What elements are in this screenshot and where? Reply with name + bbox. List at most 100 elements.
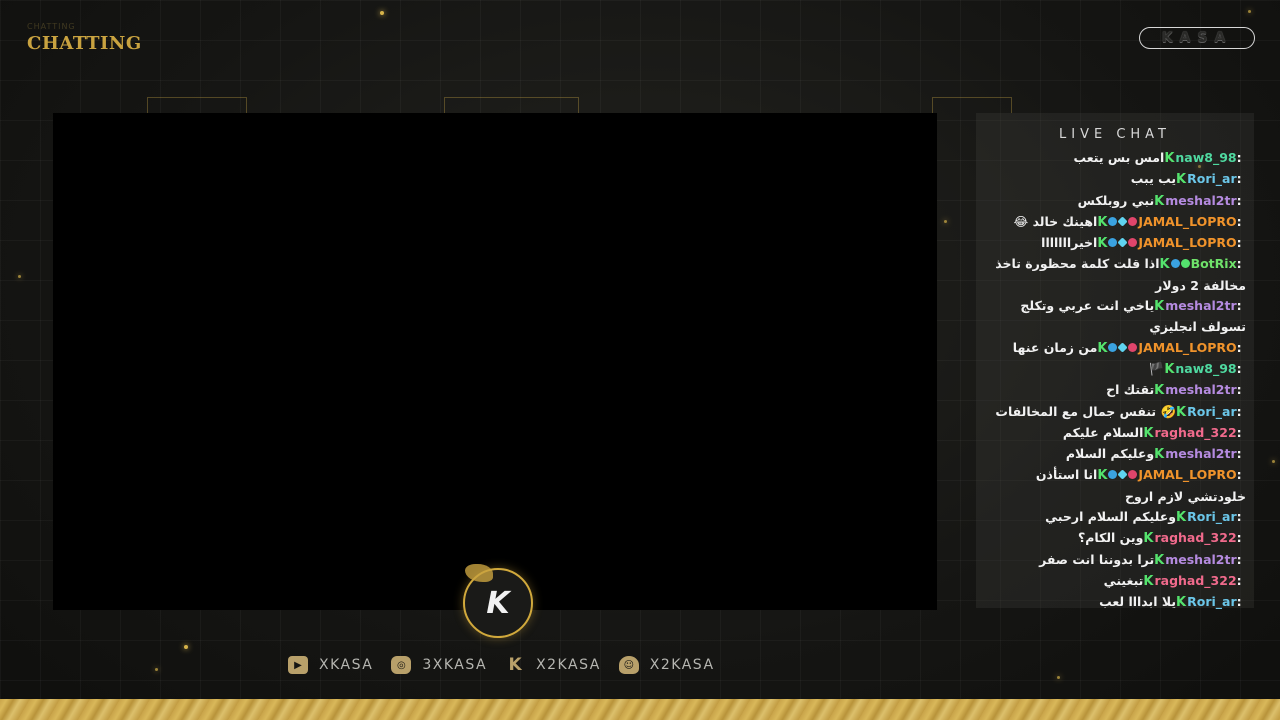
chat-message: K JAMAL_LOPRO: اخيرااااااا [976,233,1254,254]
chat-separator: : [1236,403,1246,419]
chat-message-text: من زمان عنها [1012,339,1098,355]
kick-badge-icon: K [1176,510,1187,526]
social-kick: K X2KASA [505,655,601,675]
chat-username: naw8_98 [1175,150,1237,165]
kick-badge-icon: K [1154,193,1165,209]
kick-badge-icon: K [1164,361,1175,377]
kick-badge-icon: K [1176,404,1187,420]
chat-separator: : [1236,213,1246,229]
chat-message: K JAMAL_LOPRO: من زمان عنها [976,338,1254,359]
brand-logo: KASA [1139,27,1255,49]
k-logo-icon: K [486,585,510,621]
ver-badge-icon [1180,259,1190,269]
chat-username: JAMAL_LOPRO [1138,467,1237,483]
frame-decoration [932,97,1012,113]
chat-message-text: امس بس يتعب [1073,150,1165,165]
chat-username: meshal2tr [1165,446,1237,462]
youtube-icon: ▶ [288,656,308,674]
chat-message-text: نبي روبلكس [1077,192,1155,208]
chat-separator: : [1236,467,1246,483]
spark-decoration [1248,10,1251,13]
chat-username: BotRix [1190,256,1237,272]
chat-message-header: KRori_ar: [1176,594,1246,610]
chat-separator: : [1236,171,1246,187]
chat-separator: : [1236,551,1246,567]
gem-badge-icon [1117,216,1129,227]
kick-badge-icon: K [1097,214,1108,230]
kick-badge-icon: K [1154,447,1165,463]
kick-badge-icon: K [1154,299,1165,315]
chat-message-header: KRori_ar: [1176,403,1246,420]
chat-message-text: تبغيني [1103,572,1144,588]
spark-decoration [1057,676,1060,679]
chat-separator: : [1236,509,1246,525]
chat-separator: : [1236,424,1246,440]
gold-footer-strip [0,699,1280,720]
chat-message-text: وين الكام؟ [1077,530,1144,546]
scene-title-shadow: CHATTING [27,22,76,31]
spark-decoration [944,220,947,223]
chat-message-header: K BotRix: [1159,256,1246,272]
kick-badge-icon: K [1097,468,1108,484]
kick-icon: K [508,655,522,675]
social-youtube: ▶ XKASA [288,656,373,674]
chat-username: meshal2tr [1165,298,1237,314]
chat-separator: : [1236,594,1246,610]
chat-message: K BotRix: اذا قلت كلمة محظورة تاخذ مخالفة… [976,254,1254,296]
chat-username: Rori_ar [1187,403,1237,419]
spark-decoration [380,11,384,15]
chat-message: Kmeshal2tr: وعليكم السلام [976,444,1254,465]
social-snapchat: ☺ X2KASA [618,656,715,674]
chat-separator: : [1236,192,1246,208]
sub-badge-icon [1128,470,1138,480]
chat-separator: : [1236,298,1246,314]
chat-message-header: Kmeshal2tr: [1154,551,1246,568]
snapchat-icon: ☺ [618,656,639,674]
chat-username: raghad_322 [1154,572,1237,588]
chat-message-header: K JAMAL_LOPRO: [1097,339,1246,356]
chat-message: Kmeshal2tr: ياخي انت عربي وتكلج تسولف ان… [976,296,1254,338]
chat-username: raghad_322 [1154,530,1237,546]
chat-message-text: اخيرااااااا [1041,235,1098,251]
spark-decoration [1272,460,1275,463]
sub-badge-icon [1128,216,1138,226]
stream-video-area [53,113,937,610]
chat-message: KRori_ar: وعليكم السلام ارحبي [976,507,1254,528]
chat-message-list: Knaw8_98: امس بس يتعب KRori_ar: يب يبب Kme… [976,148,1254,614]
chat-message-header: Kraghad_322: [1143,572,1246,589]
chat-username: Rori_ar [1187,509,1237,525]
chat-separator: : [1236,382,1246,398]
chat-username: raghad_322 [1154,424,1237,440]
chat-message-text: تقتك اح [1106,382,1155,398]
mod-badge-icon [1108,470,1118,480]
chat-message: K JAMAL_LOPRO: انا استأذن خلودتشي لازم ار… [976,465,1254,507]
social-links: ▶ XKASA ◎ 3XKASA K X2KASA ☺ X2KASA [288,655,715,675]
kick-badge-icon: K [1176,172,1187,188]
chat-message-header: Kmeshal2tr: [1154,192,1246,209]
chat-username: JAMAL_LOPRO [1138,235,1237,251]
chat-message-text: وعليكم السلام ارحبي [1045,509,1177,525]
mod-badge-icon [1108,238,1118,248]
spark-decoration [184,645,188,649]
chat-header: LIVE CHAT [1059,127,1171,142]
chat-message: Knaw8_98: 🏴 [976,359,1254,380]
chat-separator: : [1236,530,1246,546]
chat-message-text: وعليكم السلام [1065,446,1155,462]
kick-badge-icon: K [1143,531,1154,547]
kick-badge-icon: K [1154,383,1165,399]
kick-badge-icon: K [1176,595,1187,611]
chat-message-header: Kmeshal2tr: [1154,298,1246,314]
spark-decoration [155,668,158,671]
chat-separator: : [1236,572,1246,588]
gem-badge-icon [1117,469,1129,481]
social-label: X2KASA [536,657,601,673]
chat-username: JAMAL_LOPRO [1138,339,1237,355]
chat-username: meshal2tr [1165,192,1237,208]
channel-logo: K [463,564,533,638]
chat-message-header: Kmeshal2tr: [1154,446,1246,462]
chat-message-header: K JAMAL_LOPRO: [1097,213,1246,230]
chat-separator: : [1236,339,1246,355]
frame-decoration [147,97,247,113]
chat-message: Knaw8_98: امس بس يتعب [976,148,1254,169]
social-instagram: ◎ 3XKASA [391,656,487,674]
